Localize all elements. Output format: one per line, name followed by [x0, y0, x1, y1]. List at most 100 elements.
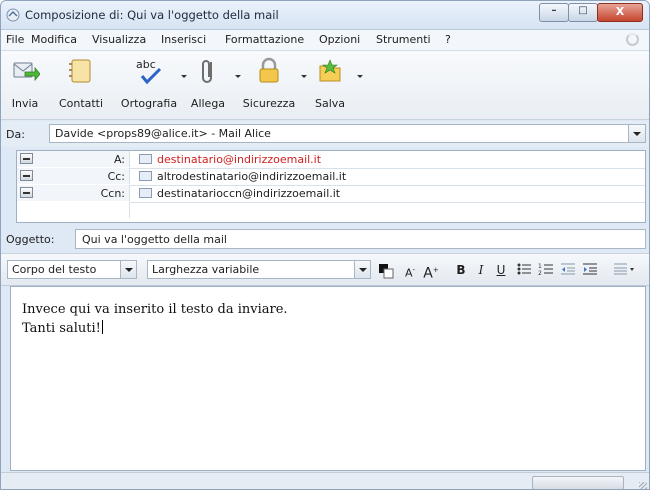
- from-row: Da: Davide <props89@alice.it> - Mail Ali…: [1, 121, 649, 147]
- subject-label: Oggetto:: [6, 233, 55, 246]
- spellcheck-button[interactable]: abc Ortografia: [117, 53, 187, 113]
- underline-button[interactable]: U: [493, 261, 509, 279]
- paragraph-style-dropdown-button[interactable]: [120, 261, 136, 278]
- paragraph-style-select[interactable]: Corpo del testo: [7, 260, 137, 279]
- subject-row: Oggetto: Qui va l'oggetto della mail: [1, 227, 649, 251]
- menu-opzioni[interactable]: Opzioni: [319, 33, 360, 46]
- font-select[interactable]: Larghezza variabile: [147, 260, 371, 279]
- title-bar[interactable]: Composizione di: Qui va l'oggetto della …: [1, 1, 649, 30]
- text-color-button[interactable]: [376, 261, 396, 279]
- recipient-row-to: A: destinatario@indirizzoemail.it: [17, 151, 645, 169]
- security-label: Sicurezza: [242, 97, 296, 110]
- contact-card-icon: [139, 154, 152, 164]
- maximize-icon: □: [578, 5, 588, 16]
- menu-help[interactable]: ?: [445, 33, 451, 46]
- text-caret: [101, 320, 103, 334]
- save-button[interactable]: Salva: [307, 53, 363, 113]
- svg-text:2: 2: [538, 270, 542, 277]
- status-bar: [1, 472, 649, 489]
- recipients-list: A: destinatario@indirizzoemail.it Cc: al…: [16, 150, 646, 223]
- svg-text:abc: abc: [136, 58, 156, 71]
- recipient-type-dropdown-icon[interactable]: [20, 187, 33, 198]
- attach-button[interactable]: Allega: [185, 53, 241, 113]
- maximize-button[interactable]: □: [568, 3, 598, 22]
- subject-value: Qui va l'oggetto della mail: [82, 233, 227, 246]
- recipient-type-bcc[interactable]: Ccn:: [17, 185, 130, 201]
- from-label: Da:: [6, 128, 25, 141]
- paragraph-style-value: Corpo del testo: [12, 263, 97, 276]
- svg-text:1: 1: [538, 263, 542, 270]
- send-label: Invia: [11, 97, 39, 110]
- bold-button[interactable]: B: [453, 261, 469, 279]
- subject-input[interactable]: Qui va l'oggetto della mail: [75, 229, 646, 249]
- body-line-2-text: Tanti saluti!: [22, 321, 101, 336]
- from-dropdown-button[interactable]: [628, 125, 645, 142]
- recipient-type-empty: [17, 202, 130, 218]
- larger-text-button[interactable]: A+: [422, 261, 440, 282]
- recipient-type-dropdown-icon[interactable]: [20, 153, 33, 164]
- save-icon: [319, 59, 341, 82]
- font-dropdown-button[interactable]: [354, 261, 370, 278]
- recipient-type-label: Ccn:: [100, 187, 125, 200]
- send-button[interactable]: Invia: [1, 53, 49, 113]
- bullet-list-button[interactable]: [515, 261, 533, 279]
- window-title: Composizione di: Qui va l'oggetto della …: [25, 8, 279, 22]
- contact-card-icon: [139, 171, 152, 181]
- compose-window: Composizione di: Qui va l'oggetto della …: [0, 0, 650, 490]
- recipient-address-to[interactable]: destinatario@indirizzoemail.it: [157, 153, 321, 166]
- contacts-label: Contatti: [58, 97, 104, 110]
- security-button[interactable]: Sicurezza: [241, 53, 307, 113]
- underline-label: U: [496, 263, 506, 277]
- recipient-type-dropdown-icon[interactable]: [20, 170, 33, 181]
- recipient-address-bcc[interactable]: destinatarioccn@indirizzoemail.it: [157, 187, 340, 200]
- close-icon: X: [615, 5, 625, 18]
- contact-card-icon: [139, 188, 152, 198]
- menu-visualizza[interactable]: Visualizza: [92, 33, 146, 46]
- message-body-editor[interactable]: Invece qui va inserito il testo da invia…: [10, 286, 646, 471]
- smaller-text-button[interactable]: A-: [401, 261, 419, 280]
- body-line-1: Invece qui va inserito il testo da invia…: [22, 302, 288, 317]
- window-controls: – □ X: [539, 3, 643, 22]
- recipient-row-cc: Cc: altrodestinatario@indirizzoemail.it: [17, 168, 645, 186]
- indent-button[interactable]: [581, 261, 599, 279]
- outdent-icon: [561, 263, 575, 275]
- resize-grip[interactable]: [639, 482, 647, 489]
- larger-text-label: A: [423, 265, 433, 282]
- recipient-type-label: A:: [113, 153, 125, 166]
- bullet-list-icon: [517, 263, 531, 275]
- menu-strumenti[interactable]: Strumenti: [376, 33, 431, 46]
- menu-formattazione[interactable]: Formattazione: [225, 33, 304, 46]
- menu-modifica[interactable]: Modifica: [31, 33, 77, 46]
- numbered-list-button[interactable]: 12: [537, 261, 555, 279]
- recipient-type-label: Cc:: [107, 170, 125, 183]
- recipient-address-cc[interactable]: altrodestinatario@indirizzoemail.it: [157, 170, 346, 183]
- minimize-button[interactable]: –: [539, 3, 569, 22]
- menu-file[interactable]: File: [6, 33, 24, 46]
- send-icon: [13, 62, 40, 82]
- recipient-type-cc[interactable]: Cc:: [17, 168, 130, 184]
- bold-label: B: [456, 263, 466, 277]
- menu-inserisci[interactable]: Inserisci: [161, 33, 206, 46]
- font-value: Larghezza variabile: [152, 263, 260, 276]
- recipient-type-to[interactable]: A:: [17, 151, 130, 167]
- spellcheck-icon: abc: [136, 58, 162, 85]
- numbered-list-icon: 12: [538, 263, 553, 277]
- contacts-button[interactable]: Contatti: [53, 53, 109, 113]
- contacts-icon: [69, 59, 91, 83]
- align-button[interactable]: [613, 261, 635, 279]
- close-button[interactable]: X: [597, 3, 643, 22]
- smaller-text-label: A: [404, 266, 413, 280]
- menu-bar: File Modifica Visualizza Inserisci Forma…: [1, 30, 649, 51]
- save-dropdown-arrow[interactable]: [357, 75, 363, 78]
- italic-button[interactable]: I: [473, 261, 489, 279]
- app-icon: [6, 8, 20, 22]
- outdent-button[interactable]: [559, 261, 577, 279]
- toolbar: Invia Contatti abc Ortografia Allega Sic…: [1, 51, 649, 120]
- from-value: Davide <props89@alice.it> - Mail Alice: [55, 127, 271, 140]
- security-lock-icon: [259, 57, 279, 83]
- indent-icon: [583, 263, 597, 275]
- recipient-row-empty[interactable]: [17, 202, 645, 219]
- from-select[interactable]: Davide <props89@alice.it> - Mail Alice: [49, 124, 646, 143]
- attach-icon: [202, 60, 212, 83]
- minimize-icon: –: [551, 5, 557, 16]
